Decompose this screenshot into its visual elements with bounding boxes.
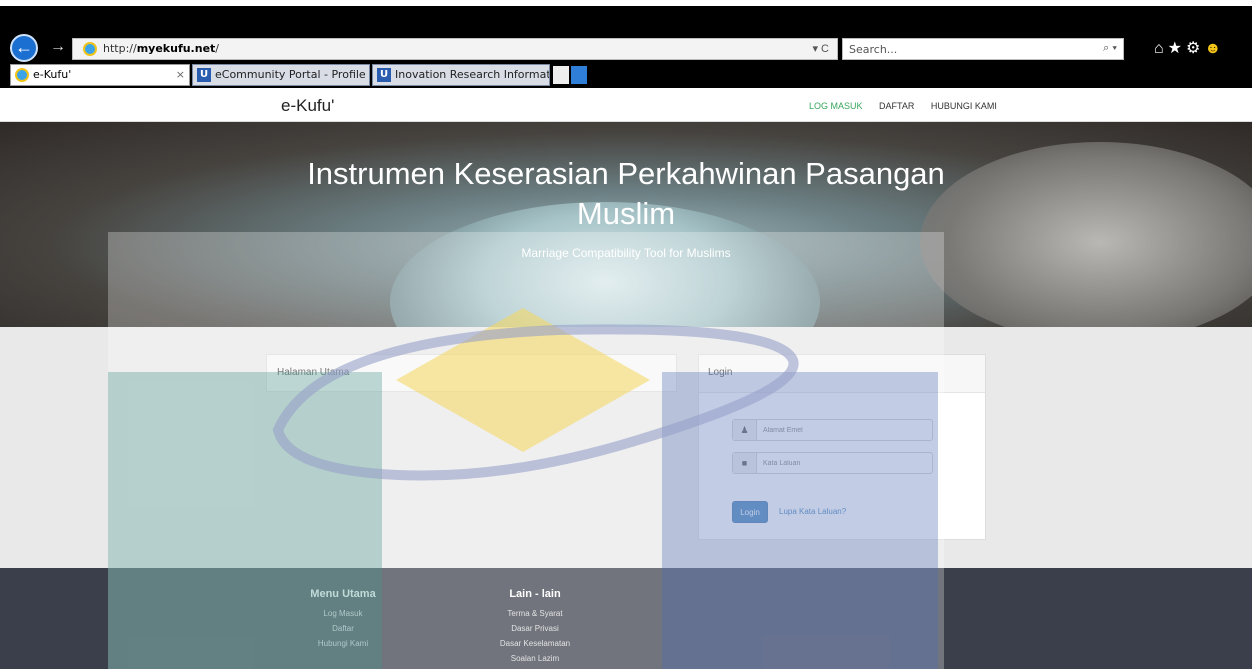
new-tab-icon[interactable] [553, 66, 569, 84]
ie-icon [15, 68, 29, 82]
search-icon[interactable]: ⌕ ▾ [1103, 42, 1117, 55]
hero-subtitle: Marriage Compatibility Tool for Muslims [521, 246, 731, 260]
login-button[interactable]: Login [732, 501, 768, 523]
login-panel: Login ♟ ■ Login Lupa Kata Laluan? [698, 354, 986, 540]
footer-link-daftar[interactable]: Daftar [298, 621, 388, 636]
search-placeholder: Search... [849, 43, 898, 56]
footer-link-log-masuk[interactable]: Log Masuk [298, 606, 388, 621]
window-top-border [0, 0, 1252, 6]
user-icon: ♟ [733, 420, 757, 440]
site-footer: Menu Utama Log Masuk Daftar Hubungi Kami… [0, 568, 1252, 669]
portal-icon: U [377, 68, 391, 82]
portal-icon: U [197, 68, 211, 82]
tab-inovation[interactable]: U Inovation Research Informatio... [372, 64, 550, 86]
footer-link-soalan[interactable]: Soalan Lazim [480, 651, 590, 666]
nav-log-masuk[interactable]: LOG MASUK [809, 101, 863, 111]
close-icon[interactable]: × [176, 65, 185, 85]
password-field[interactable]: ■ [732, 452, 933, 474]
email-input[interactable] [763, 423, 923, 437]
footer-menu-utama: Menu Utama Log Masuk Daftar Hubungi Kami [298, 588, 388, 651]
footer-link-privasi[interactable]: Dasar Privasi [480, 621, 590, 636]
browser-chrome: ← → http://myekufu.net/ ▾ C Search... ⌕ … [0, 0, 1252, 88]
nav-daftar[interactable]: DAFTAR [879, 101, 914, 111]
forgot-password-link[interactable]: Lupa Kata Laluan? [779, 507, 846, 516]
main-content: Halaman Utama Login ♟ ■ Login Lupa Kata … [0, 327, 1252, 568]
tab-ecommunity[interactable]: U eCommunity Portal - Profile In... [192, 64, 370, 86]
toolbar-icons: ⌂★⚙☻ [1154, 38, 1225, 58]
nav-hubungi-kami[interactable]: HUBUNGI KAMI [931, 101, 997, 111]
main-panel: Halaman Utama [266, 354, 677, 392]
tab-label: e-Kufu' [33, 68, 72, 81]
hero-title: Instrumen Keserasian Perkahwinan Pasanga… [307, 156, 945, 231]
favorites-icon[interactable]: ★ [1168, 40, 1186, 57]
hero-banner: Instrumen Keserasian Perkahwinan Pasanga… [0, 122, 1252, 327]
address-bar[interactable]: http://myekufu.net/ ▾ C [72, 38, 838, 60]
lock-icon: ■ [733, 453, 757, 473]
footer-heading: Lain - lain [509, 588, 561, 600]
tab-ekufu[interactable]: e-Kufu' × [10, 64, 190, 86]
footer-link-hubungi-kami[interactable]: Hubungi Kami [298, 636, 388, 651]
main-panel-title: Halaman Utama [277, 367, 350, 378]
tab-label: Inovation Research Informatio... [395, 68, 549, 81]
login-panel-title: Login [708, 367, 733, 378]
footer-heading: Menu Utama [310, 588, 376, 600]
nav-links: LOG MASUK DAFTAR HUBUNGI KAMI [809, 101, 1011, 111]
home-icon[interactable]: ⌂ [1154, 40, 1168, 57]
search-box[interactable]: Search... ⌕ ▾ [842, 38, 1124, 60]
address-url[interactable]: http://myekufu.net/ [103, 42, 219, 55]
site-navbar: e-Kufu' LOG MASUK DAFTAR HUBUNGI KAMI [0, 88, 1252, 122]
footer-link-terma[interactable]: Terma & Syarat [480, 606, 590, 621]
back-button[interactable]: ← [10, 34, 38, 62]
tab-label: eCommunity Portal - Profile In... [215, 68, 369, 81]
forward-button[interactable]: → [50, 38, 66, 56]
tab-list-icon[interactable] [571, 66, 587, 84]
footer-link-keselamatan[interactable]: Dasar Keselamatan [480, 636, 590, 651]
refresh-icon[interactable]: ▾ C [812, 42, 829, 55]
password-input[interactable] [763, 456, 923, 470]
email-field[interactable]: ♟ [732, 419, 933, 441]
feedback-icon[interactable]: ☻ [1204, 40, 1225, 57]
footer-lain-lain: Lain - lain Terma & Syarat Dasar Privasi… [480, 588, 590, 666]
ie-icon [83, 42, 97, 56]
settings-icon[interactable]: ⚙ [1186, 40, 1204, 57]
login-panel-header: Login [699, 355, 985, 393]
site-brand[interactable]: e-Kufu' [281, 96, 334, 116]
